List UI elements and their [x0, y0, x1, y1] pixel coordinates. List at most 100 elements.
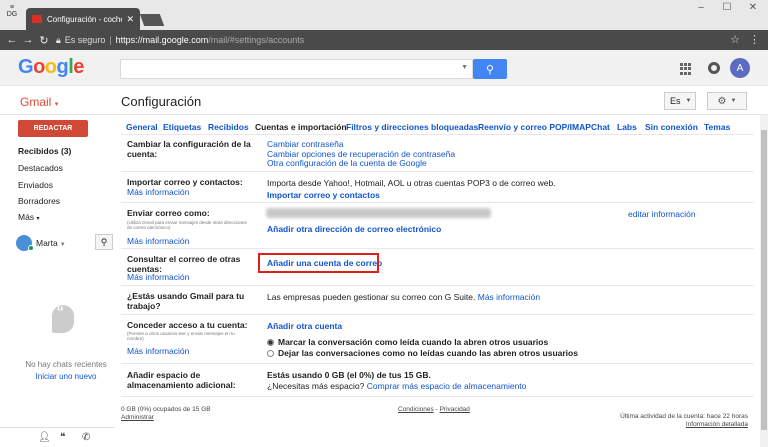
tab-chat[interactable]: Chat: [591, 122, 610, 132]
browser-menu-icon[interactable]: ⋮: [749, 33, 760, 46]
secure-label: Es seguro: [64, 35, 106, 45]
check-mail-more-info-link[interactable]: Más información: [127, 272, 189, 282]
gsuite-text: Las empresas pueden gestionar su correo …: [267, 292, 541, 302]
app-menu-icon[interactable]: ≡ DG: [6, 4, 18, 18]
radio-button[interactable]: [267, 350, 274, 357]
row-label-grant-access: Conceder acceso a tu cuenta:: [127, 320, 248, 330]
add-email-address-link[interactable]: Añadir otra dirección de correo electrón…: [267, 224, 441, 234]
add-another-account-link[interactable]: Añadir otra cuenta: [267, 321, 342, 331]
url-path: /mail/#settings/accounts: [208, 35, 305, 45]
sidebar-item-drafts[interactable]: Borradores: [18, 196, 60, 206]
radio-button-selected[interactable]: [267, 339, 274, 346]
gmail-menu[interactable]: Gmail ▾: [20, 95, 58, 109]
chat-search-button[interactable]: ⚲: [95, 234, 113, 250]
maximize-icon[interactable]: ☐: [720, 2, 734, 13]
other-google-settings-link[interactable]: Otra configuración de la cuenta de Googl…: [267, 158, 427, 168]
reload-icon[interactable]: ↻: [36, 34, 52, 47]
back-icon[interactable]: ←: [4, 34, 20, 46]
start-chat-link[interactable]: Iniciar uno nuevo: [10, 372, 122, 381]
divider: [0, 114, 768, 115]
window-close-icon[interactable]: ✕: [746, 2, 760, 13]
url-host: https://mail.google.com: [115, 35, 209, 45]
blurred-email-address: [266, 208, 491, 218]
send-as-more-info-link[interactable]: Más información: [127, 236, 189, 246]
bookmark-star-icon[interactable]: ☆: [730, 33, 740, 46]
new-tab-button[interactable]: [139, 14, 165, 26]
browser-tab[interactable]: Configuración - cochesje ✕: [26, 8, 140, 30]
language-select[interactable]: Es ▼: [664, 92, 696, 110]
address-bar: ← → ↻ 🔒︎ Es seguro | https://mail.google…: [0, 30, 768, 50]
details-link[interactable]: Información detallada: [600, 421, 748, 429]
row-label-change-account: Cambiar la configuración de la cuenta:: [127, 139, 251, 159]
terms-link[interactable]: Condiciones: [398, 406, 434, 413]
online-status-icon: [28, 245, 34, 251]
keep-unread-option[interactable]: Dejar las conversaciones como no leídas …: [267, 348, 578, 358]
divider: [121, 285, 754, 286]
tab-inbox[interactable]: Recibidos: [208, 122, 249, 132]
buy-storage-link[interactable]: Comprar más espacio de almacenamiento: [367, 381, 527, 391]
storage-footer: 0 GB (0%) ocupados de 15 GB Administrar: [121, 406, 211, 422]
close-icon[interactable]: ✕: [126, 14, 134, 25]
settings-button[interactable]: ⚙ ▼: [707, 92, 747, 110]
tab-general[interactable]: General: [126, 122, 158, 132]
divider: [121, 134, 754, 135]
search-options-icon[interactable]: ▼: [461, 64, 468, 71]
divider: [121, 248, 754, 249]
browser-titlebar: ≡DG Configuración - cochesje ✕ – ☐ ✕: [0, 0, 768, 30]
compose-button[interactable]: REDACTAR: [18, 120, 88, 137]
divider: [121, 314, 754, 315]
tab-offline[interactable]: Sin conexión: [645, 122, 698, 132]
grant-access-more-info-link[interactable]: Más información: [127, 346, 189, 356]
url-field[interactable]: 🔒︎ Es seguro | https://mail.google.com/m…: [56, 32, 738, 48]
google-header: Google ▼ ⚲ A: [0, 50, 768, 86]
tab-labs[interactable]: Labs: [617, 122, 637, 132]
no-chats-text: No hay chats recientes: [25, 360, 107, 369]
notifications-icon[interactable]: [708, 62, 720, 74]
highlight-box: [258, 253, 379, 273]
legal-footer: Condiciones - Privacidad: [398, 406, 470, 413]
search-input[interactable]: ▼: [120, 59, 473, 79]
sidebar-item-more[interactable]: Más ▾: [18, 212, 39, 222]
sidebar-item-sent[interactable]: Enviados: [18, 180, 53, 190]
google-logo[interactable]: Google: [18, 56, 84, 79]
scrollbar-thumb[interactable]: [761, 130, 767, 430]
sidebar-item-starred[interactable]: Destacados: [18, 163, 63, 173]
mark-read-option[interactable]: Marcar la conversación como leída cuando…: [267, 337, 548, 347]
activity-footer: Última actividad de la cuenta: hace 22 h…: [600, 413, 748, 429]
search-icon: ⚲: [100, 236, 108, 247]
import-description: Importa desde Yahoo!, Hotmail, AOL u otr…: [267, 178, 556, 188]
gear-icon: ⚙: [717, 95, 727, 107]
gmail-favicon-icon: [32, 15, 42, 23]
chat-bottom-bar: 👤︎ ❝ ✆: [0, 427, 114, 447]
tab-filters[interactable]: Filtros y direcciones bloqueadas: [346, 122, 478, 132]
row-label-gsuite: ¿Estás usando Gmail para tu trabajo?: [127, 291, 245, 311]
divider: [121, 396, 754, 397]
privacy-link[interactable]: Privacidad: [440, 406, 470, 413]
tab-accounts[interactable]: Cuentas e importación: [255, 122, 347, 132]
hangouts-quote-icon[interactable]: ❝: [60, 432, 65, 443]
minimize-icon[interactable]: –: [694, 2, 708, 13]
forward-icon[interactable]: →: [20, 34, 36, 46]
manage-storage-link[interactable]: Administrar: [121, 414, 211, 422]
sidebar-item-inbox[interactable]: Recibidos (3): [18, 146, 71, 156]
lock-icon: 🔒︎: [56, 34, 61, 45]
storage-usage: 0 GB (0%) ocupados de 15 GB: [121, 406, 211, 413]
apps-grid-icon[interactable]: [680, 63, 692, 75]
search-button[interactable]: ⚲: [473, 59, 507, 79]
import-mail-link[interactable]: Importar correo y contactos: [267, 190, 380, 200]
tab-forwarding[interactable]: Reenvío y correo POP/IMAP: [478, 122, 591, 132]
import-more-info-link[interactable]: Más información: [127, 187, 189, 197]
edit-info-link[interactable]: editar información: [628, 209, 696, 219]
divider: [121, 171, 754, 172]
phone-icon[interactable]: ✆: [82, 432, 90, 443]
person-icon[interactable]: 👤︎: [38, 432, 51, 443]
gsuite-more-info-link[interactable]: Más información: [478, 292, 540, 302]
tab-labels[interactable]: Etiquetas: [163, 122, 201, 132]
grant-access-description: (Permite a otros usuarios leer y enviar …: [127, 331, 235, 341]
account-avatar[interactable]: A: [730, 58, 750, 78]
tab-title: Configuración - cochesje: [47, 14, 122, 24]
row-label-check-mail: Consultar el correo de otras cuentas:: [127, 254, 241, 274]
change-password-link[interactable]: Cambiar contraseña: [267, 139, 344, 149]
divider: [121, 202, 754, 203]
tab-themes[interactable]: Temas: [704, 122, 730, 132]
